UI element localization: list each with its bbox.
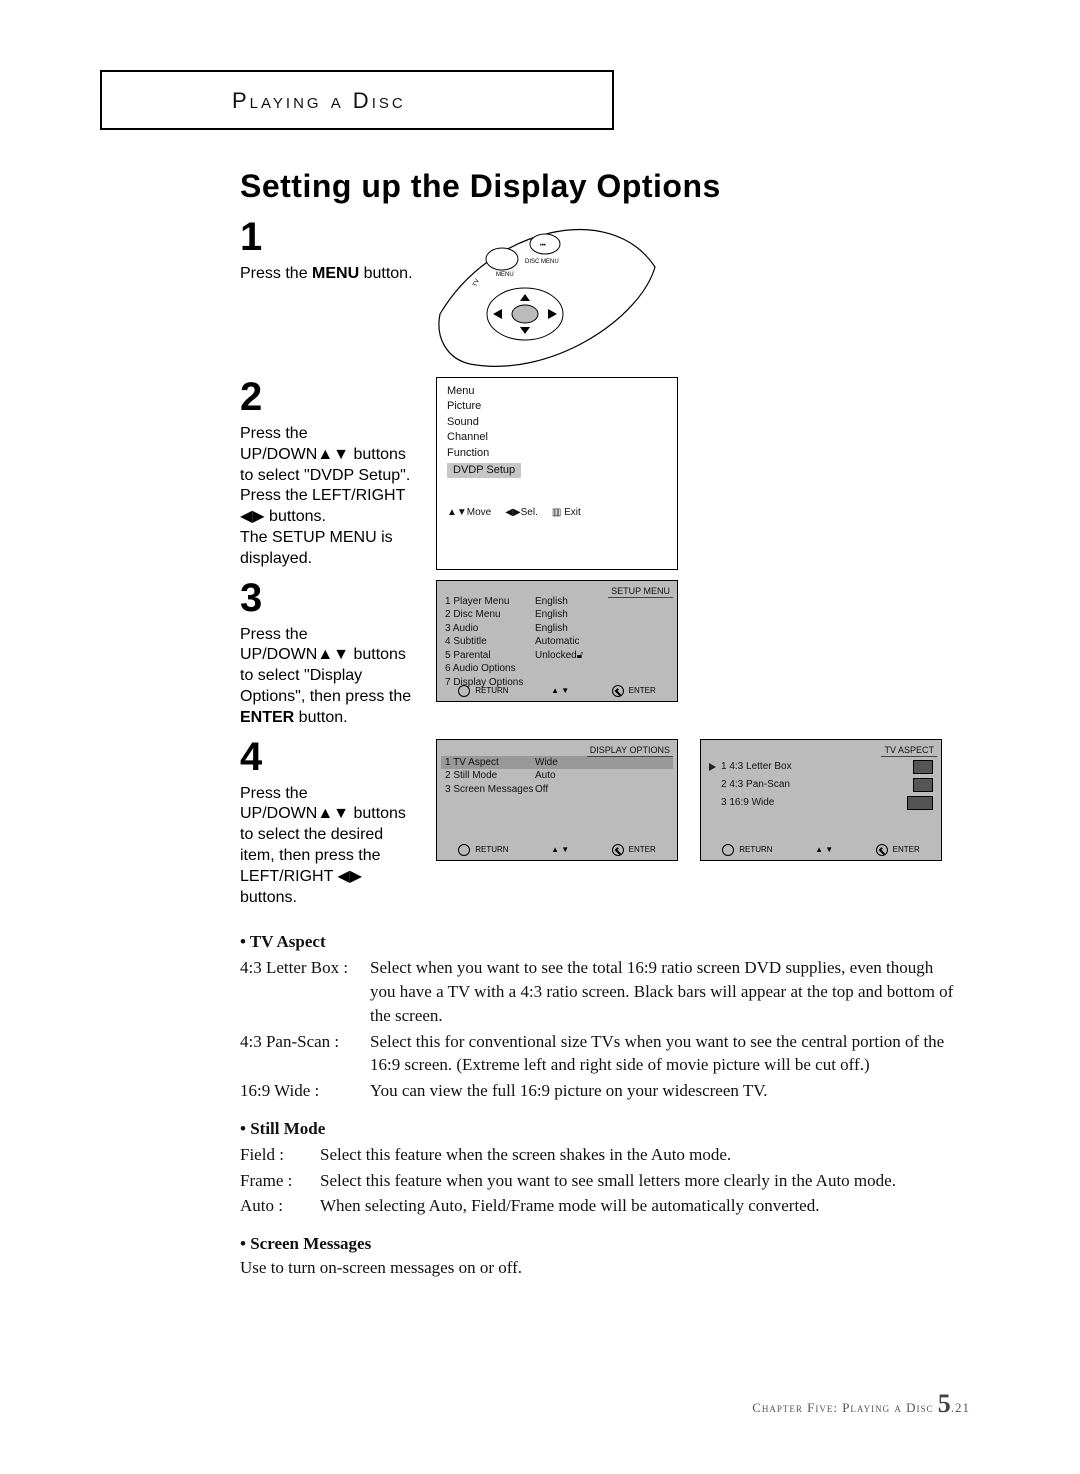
page-number-minor: .21 [951,1400,970,1415]
enter-icon [876,844,888,856]
svg-text:⏮: ⏮ [540,243,546,249]
step-1-instructions: 1 Press the MENU button. [240,215,436,369]
aspect-letterbox-icon [913,760,933,774]
remote-illustration: ⏮ MENU DISC MENU TV [430,219,660,369]
notes-section: • TV Aspect 4:3 Letter Box :Select when … [240,930,960,1279]
step-number: 4 [240,735,420,780]
svg-text:TV: TV [472,278,481,287]
step-1: 1 Press the MENU button. [240,215,970,369]
page-number-major: 5 [938,1389,951,1418]
aspect-panscan-icon [913,778,933,792]
return-icon [458,685,470,697]
screen-messages-heading: • Screen Messages [240,1232,960,1256]
setup-menu-panel: SETUP MENU 1 Player MenuEnglish 2 Disc M… [436,580,678,702]
enter-icon [612,685,624,697]
selector-arrow-icon [709,763,716,771]
step-3: 3 Press the UP/DOWN▲▼ buttons to select … [240,576,970,729]
step-2-instructions: 2 Press the UP/DOWN▲▼ buttons to select … [240,375,436,570]
return-icon [722,844,734,856]
still-mode-heading: • Still Mode [240,1117,960,1141]
step-number: 1 [240,215,420,260]
chapter-header-text: Playing a Disc [232,88,406,113]
return-icon [458,844,470,856]
panel-title: SETUP MENU [608,585,673,598]
display-options-panel: DISPLAY OPTIONS 1 TV AspectWide 2 Still … [436,739,678,861]
page-footer: Chapter Five: Playing a Disc 5.21 [752,1389,970,1419]
step-3-instructions: 3 Press the UP/DOWN▲▼ buttons to select … [240,576,436,729]
svg-text:DISC MENU: DISC MENU [525,259,559,265]
tv-aspect-heading: • TV Aspect [240,930,960,954]
chapter-header: Playing a Disc [100,70,614,130]
step-4-instructions: 4 Press the UP/DOWN▲▼ buttons to select … [240,735,436,909]
onscreen-main-menu: Menu Picture Sound Channel Function DVDP… [436,377,678,570]
panel-title: DISPLAY OPTIONS [587,744,673,757]
step-4: 4 Press the UP/DOWN▲▼ buttons to select … [240,735,970,909]
tv-aspect-panel: TV ASPECT 1 4:3 Letter Box 2 4:3 Pan-Sca… [700,739,942,861]
panel-title: TV ASPECT [881,744,937,757]
step-number: 3 [240,576,420,621]
step-number: 2 [240,375,420,420]
section-title: Setting up the Display Options [240,168,970,205]
selected-menu-item: DVDP Setup [447,463,521,478]
aspect-wide-icon [907,796,933,810]
svg-text:MENU: MENU [496,272,514,278]
unlock-icon: 🔓︎ [577,649,587,663]
enter-icon [612,844,624,856]
step-2: 2 Press the UP/DOWN▲▼ buttons to select … [240,375,970,570]
